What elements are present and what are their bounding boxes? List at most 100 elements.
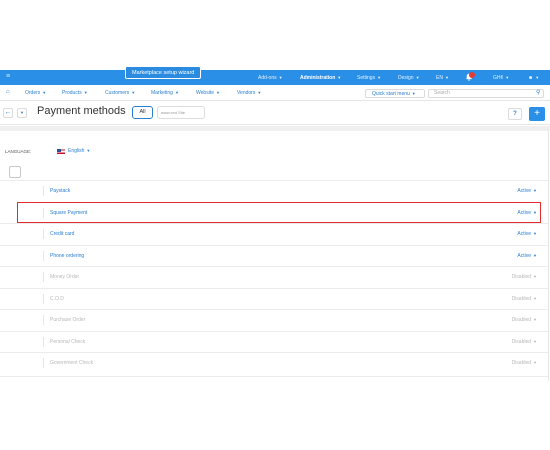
- nav-website[interactable]: Website ▼: [196, 90, 220, 96]
- drag-handle[interactable]: [43, 229, 44, 239]
- nav-orders[interactable]: Orders ▼: [25, 90, 46, 96]
- chevron-down-icon: ▼: [83, 90, 88, 95]
- select-all-checkbox[interactable]: [9, 166, 21, 178]
- plus-icon: +: [534, 108, 540, 119]
- status-dropdown[interactable]: Active ▼: [517, 231, 537, 237]
- menu-icon[interactable]: ≡: [6, 73, 10, 80]
- payment-method-name[interactable]: Money Order: [50, 274, 79, 280]
- payment-method-row[interactable]: Phone ordering Active ▼: [0, 244, 548, 267]
- user-icon: ☻: [528, 75, 534, 81]
- notification-badge: [469, 72, 475, 78]
- drag-handle[interactable]: [43, 358, 44, 368]
- drag-handle[interactable]: [43, 272, 44, 282]
- drag-handle[interactable]: [43, 293, 44, 304]
- nav-customers[interactable]: Customers ▼: [105, 90, 135, 96]
- marketplace-setup-wizard-button[interactable]: Marketplace setup wizard: [125, 66, 202, 79]
- history-dropdown-button[interactable]: ▼: [17, 108, 27, 118]
- payment-method-row[interactable]: C.O.D Disabled ▼: [0, 287, 548, 310]
- chevron-down-icon: ▼: [533, 209, 537, 215]
- status-dropdown[interactable]: Disabled ▼: [512, 274, 537, 280]
- payment-method-name[interactable]: C.O.D: [50, 296, 64, 302]
- drag-handle[interactable]: [43, 315, 44, 325]
- status-dropdown[interactable]: Disabled ▼: [512, 296, 537, 302]
- topbar-currency[interactable]: GH¢ ▼: [493, 75, 509, 81]
- chevron-down-icon: ▼: [533, 231, 537, 236]
- drag-handle[interactable]: [43, 336, 44, 347]
- status-label: Active: [517, 231, 532, 237]
- language-value: English: [68, 148, 85, 154]
- payment-method-row[interactable]: Credit card Active ▼: [0, 223, 548, 245]
- status-dropdown[interactable]: Disabled ▼: [512, 317, 537, 323]
- chevron-down-icon: ▼: [278, 75, 283, 80]
- payment-method-name[interactable]: Phone ordering: [50, 253, 84, 259]
- status-dropdown[interactable]: Disabled ▼: [512, 339, 537, 345]
- payment-method-row[interactable]: Government Check Disabled ▼: [0, 352, 548, 374]
- chevron-down-icon: ▼: [533, 338, 537, 344]
- topbar-administration[interactable]: Administration ▼: [300, 75, 341, 81]
- language-selector[interactable]: English ▼: [68, 148, 90, 154]
- quick-start-label: Quick start menu: [372, 91, 410, 97]
- chevron-down-icon: ▼: [411, 91, 416, 96]
- language-label: LANGUAGE:: [5, 149, 32, 154]
- payment-method-row[interactable]: Personal Check Disabled ▼: [0, 330, 548, 353]
- topbar-addons-label: Add-ons: [258, 75, 277, 81]
- nav-website-label: Website: [196, 90, 214, 96]
- flag-canton: [57, 149, 61, 152]
- search-icon[interactable]: ⚲: [536, 89, 540, 96]
- chevron-down-icon: ▼: [174, 90, 179, 95]
- payment-method-row[interactable]: Paystack Active ▼: [0, 180, 548, 202]
- chevron-down-icon: ▼: [533, 360, 537, 365]
- status-dropdown[interactable]: Active ▼: [517, 210, 537, 216]
- title-bar: ← ▼ Payment methods All www.ced Site ? +: [0, 101, 550, 125]
- payment-method-name[interactable]: Purchase Order: [50, 317, 85, 323]
- payment-method-name[interactable]: Paystack: [50, 188, 70, 194]
- top-bar: ≡ Add-ons ▼ Administration ▼ Settings ▼ Des…: [0, 70, 550, 85]
- chevron-down-icon: ▼: [42, 90, 47, 95]
- arrow-left-icon: ←: [4, 109, 12, 116]
- home-icon[interactable]: ⌂: [6, 89, 10, 95]
- add-payment-method-button[interactable]: +: [529, 107, 545, 121]
- chevron-down-icon: ▼: [533, 252, 537, 258]
- topbar-addons[interactable]: Add-ons ▼: [258, 75, 283, 81]
- topbar-design[interactable]: Design ▼: [398, 75, 420, 81]
- payment-method-name[interactable]: Square Payment: [50, 210, 87, 216]
- drag-handle[interactable]: [43, 207, 44, 218]
- nav-marketing-label: Marketing: [151, 90, 173, 96]
- back-button[interactable]: ←: [3, 108, 13, 118]
- payment-method-row[interactable]: Square Payment Active ▼: [17, 201, 541, 223]
- list-bottom-border: [0, 376, 548, 377]
- help-button[interactable]: ?: [508, 108, 522, 120]
- payment-method-name[interactable]: Credit card: [50, 231, 74, 237]
- topbar-settings-label: Settings: [357, 75, 376, 81]
- tab-all[interactable]: All: [132, 106, 153, 119]
- status-dropdown[interactable]: Disabled ▼: [512, 360, 537, 366]
- status-label: Disabled: [511, 317, 532, 323]
- topbar-language[interactable]: EN ▼: [436, 75, 449, 81]
- content-separator: [0, 126, 550, 131]
- us-flag-icon: [57, 149, 65, 154]
- nav-products-label: Products: [62, 90, 82, 96]
- topbar-currency-label: GH¢: [493, 75, 504, 81]
- nav-vendors[interactable]: Vendors ▼: [237, 90, 261, 96]
- payment-method-row[interactable]: Purchase Order Disabled ▼: [0, 309, 548, 331]
- payment-method-name[interactable]: Government Check: [50, 360, 93, 366]
- nav-products[interactable]: Products ▼: [62, 90, 88, 96]
- payment-method-row[interactable]: Money Order Disabled ▼: [0, 266, 548, 288]
- drag-handle[interactable]: [43, 250, 44, 261]
- topbar-user[interactable]: ☻ ▼: [528, 75, 539, 81]
- search-input[interactable]: Search: [428, 89, 544, 98]
- nav-vendors-label: Vendors: [237, 90, 256, 96]
- topbar-settings[interactable]: Settings ▼: [357, 75, 381, 81]
- storefront-selector[interactable]: www.ced Site: [157, 106, 205, 119]
- notifications-bell-icon[interactable]: [465, 72, 475, 81]
- status-dropdown[interactable]: Active ▼: [517, 188, 537, 194]
- chevron-down-icon: ▼: [337, 75, 342, 80]
- quick-start-menu-button[interactable]: Quick start menu ▼: [365, 89, 425, 98]
- nav-marketing[interactable]: Marketing ▼: [151, 90, 179, 96]
- status-dropdown[interactable]: Active ▼: [517, 253, 537, 259]
- chevron-down-icon: ▼: [215, 90, 220, 95]
- payment-method-name[interactable]: Personal Check: [50, 339, 85, 345]
- drag-handle[interactable]: [43, 186, 44, 196]
- sub-navigation: ⌂ Orders ▼ Products ▼ Customers ▼ Marketing…: [0, 85, 550, 101]
- chevron-down-icon: ▼: [415, 75, 420, 80]
